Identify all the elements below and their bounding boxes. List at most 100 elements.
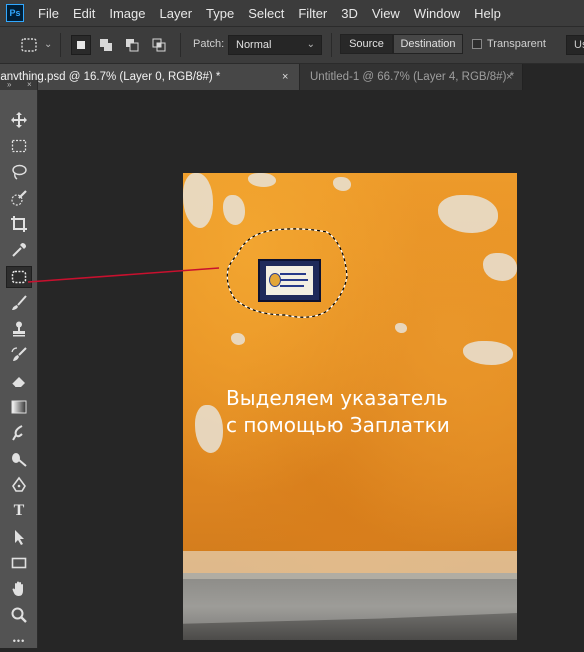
menu-view[interactable]: View	[372, 6, 400, 21]
menu-bar: Ps File Edit Image Layer Type Select Fil…	[0, 0, 584, 26]
document-tab-bar: ve anything.psd @ 16.7% (Layer 0, RGB/8#…	[0, 64, 584, 90]
menu-filter[interactable]: Filter	[298, 6, 327, 21]
path-selection-icon	[15, 530, 24, 545]
caption-line-1: Выделяем указатель	[226, 386, 448, 410]
quick-selection-tool[interactable]	[6, 187, 32, 209]
clone-stamp-tool[interactable]	[6, 318, 32, 340]
eraser-icon	[11, 377, 25, 388]
dodge-tool[interactable]	[6, 448, 32, 470]
hand-tool[interactable]	[6, 578, 32, 600]
wall-texture	[463, 341, 513, 365]
sidewalk	[183, 573, 517, 640]
pen-tool[interactable]	[6, 474, 32, 496]
transparent-label: Transparent	[487, 38, 546, 50]
patch-mode-select[interactable]: Normal ⌄	[228, 35, 322, 55]
chevron-down-icon: ⌄	[306, 39, 315, 50]
rectangle-shape-icon	[11, 557, 27, 569]
crop-tool[interactable]	[6, 213, 32, 235]
rectangle-tool[interactable]	[6, 552, 32, 574]
wall-texture	[231, 333, 245, 345]
patch-mode-value: Normal	[236, 39, 272, 51]
caption-text: Выделяем указатель с помощью Заплатки	[226, 385, 450, 439]
marquee-tool[interactable]	[6, 135, 32, 157]
wall-texture	[183, 173, 213, 228]
dodge-icon	[12, 453, 27, 467]
zoom-icon	[11, 607, 27, 623]
chevron-down-icon[interactable]: ⌄	[44, 39, 52, 50]
destination-button[interactable]: Destination	[393, 34, 463, 54]
wall-texture	[483, 253, 517, 281]
history-brush-icon	[11, 347, 27, 361]
type-icon: T	[13, 502, 25, 519]
close-icon[interactable]: ×	[27, 80, 32, 90]
close-icon[interactable]: ×	[506, 71, 512, 83]
eraser-tool[interactable]	[6, 370, 32, 392]
divider	[331, 33, 332, 57]
caption-line-2: с помощью Заплатки	[226, 413, 450, 437]
rectangular-marquee-icon	[11, 139, 27, 153]
eyedropper-tool[interactable]	[6, 239, 32, 261]
brush-tool[interactable]	[6, 292, 32, 314]
wall-texture	[248, 173, 276, 187]
tools-panel-header[interactable]: » ×	[0, 80, 37, 90]
clone-stamp-icon	[13, 321, 25, 337]
tab-document-untitled[interactable]: Untitled-1 @ 66.7% (Layer 4, RGB/8#) * ×	[300, 64, 523, 90]
photoshop-logo-icon[interactable]: Ps	[6, 4, 24, 22]
curb	[183, 573, 517, 579]
divider	[180, 33, 181, 57]
path-selection-tool[interactable]	[6, 526, 32, 548]
gradient-icon	[11, 400, 27, 414]
patch-tool-icon	[11, 270, 27, 284]
tab-title: Untitled-1 @ 66.7% (Layer 4, RGB/8#) *	[310, 71, 515, 83]
use-pattern-field[interactable]: Us	[566, 35, 584, 55]
patch-tool-icon	[21, 38, 37, 52]
wall-texture	[395, 323, 407, 333]
patch-tool[interactable]	[6, 266, 32, 288]
brush-icon	[12, 295, 27, 310]
edit-toolbar-button[interactable]: •••	[6, 630, 32, 652]
lasso-tool[interactable]	[6, 161, 32, 183]
more-tools-icon: •••	[12, 636, 26, 646]
transparent-checkbox[interactable]	[472, 39, 482, 49]
curb-shadow	[183, 613, 517, 640]
move-icon	[11, 112, 27, 128]
options-bar: ⌄ Patch: Normal ⌄ Source Destination Tra…	[0, 26, 584, 64]
wall-texture	[183, 551, 517, 575]
menu-select[interactable]: Select	[248, 6, 284, 21]
gradient-tool[interactable]	[6, 396, 32, 418]
crop-icon	[11, 216, 27, 232]
move-tool[interactable]	[6, 109, 32, 131]
tab-document-active[interactable]: ve anything.psd @ 16.7% (Layer 0, RGB/8#…	[0, 64, 299, 90]
menu-window[interactable]: Window	[414, 6, 460, 21]
menu-3d[interactable]: 3D	[341, 6, 358, 21]
wall-texture	[223, 195, 245, 225]
tool-preset-picker[interactable]	[18, 35, 40, 55]
menu-type[interactable]: Type	[206, 6, 234, 21]
zoom-tool[interactable]	[6, 604, 32, 626]
hand-icon	[12, 581, 23, 596]
tools-panel: » × T •••	[0, 80, 38, 648]
add-to-selection-button[interactable]	[96, 35, 116, 55]
history-brush-tool[interactable]	[6, 344, 32, 366]
menu-file[interactable]: File	[38, 6, 59, 21]
close-icon[interactable]: ×	[282, 71, 288, 83]
subtract-from-selection-button[interactable]	[122, 35, 142, 55]
menu-help[interactable]: Help	[474, 6, 501, 21]
blur-icon	[12, 425, 23, 441]
wall-texture	[438, 195, 498, 233]
quick-selection-icon	[11, 190, 27, 206]
new-selection-button[interactable]	[71, 35, 91, 55]
type-tool[interactable]: T	[6, 500, 32, 522]
patch-label: Patch:	[193, 38, 225, 50]
menu-edit[interactable]: Edit	[73, 6, 95, 21]
menu-layer[interactable]: Layer	[160, 6, 193, 21]
intersect-selection-button[interactable]	[149, 35, 169, 55]
collapse-icon[interactable]: »	[7, 80, 11, 90]
menu-image[interactable]: Image	[109, 6, 145, 21]
patch-selection-outline	[226, 228, 348, 318]
pen-icon	[12, 476, 26, 492]
blur-tool[interactable]	[6, 422, 32, 444]
wall-texture	[195, 405, 223, 453]
document-canvas[interactable]: Выделяем указатель с помощью Заплатки	[183, 173, 517, 640]
source-button[interactable]: Source	[340, 34, 393, 54]
